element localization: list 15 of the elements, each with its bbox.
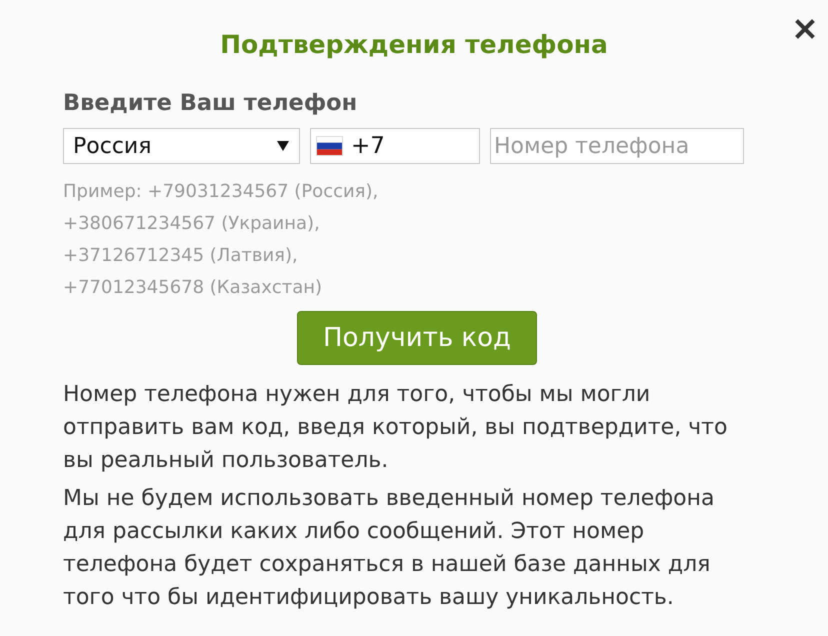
info-paragraph: Номер телефона нужен для того, чтобы мы могли отправить вам код, введя который, вы подтвердите, что вы реальный пользователь. bbox=[63, 381, 728, 475]
flag-icon bbox=[316, 136, 343, 156]
dialog-title: Подтверждения телефона bbox=[220, 29, 608, 61]
country-select[interactable]: Россия bbox=[63, 128, 300, 164]
close-button[interactable] bbox=[793, 17, 817, 41]
country-code-field[interactable]: +7 bbox=[310, 128, 480, 164]
example-text: +37126712345 (Латвия), bbox=[63, 245, 298, 266]
phone-number-field[interactable]: Номер телефона bbox=[490, 128, 744, 164]
example-text: +77012345678 (Казахстан) bbox=[63, 277, 322, 298]
example-text: Пример: +79031234567 (Россия), bbox=[63, 181, 378, 202]
caret-icon bbox=[277, 141, 289, 151]
phone-label: Введите Ваш телефон bbox=[63, 90, 358, 116]
close-icon bbox=[795, 19, 815, 39]
example-text: +380671234567 (Украина), bbox=[63, 213, 320, 234]
info-paragraph: Мы не будем использовать введенный номер телефона для рассылки каких либо сообщений. Этот номер телефона будет сохраняться в нашей базе данных для того что бы идентифицировать вашу уникальность. bbox=[63, 485, 716, 612]
